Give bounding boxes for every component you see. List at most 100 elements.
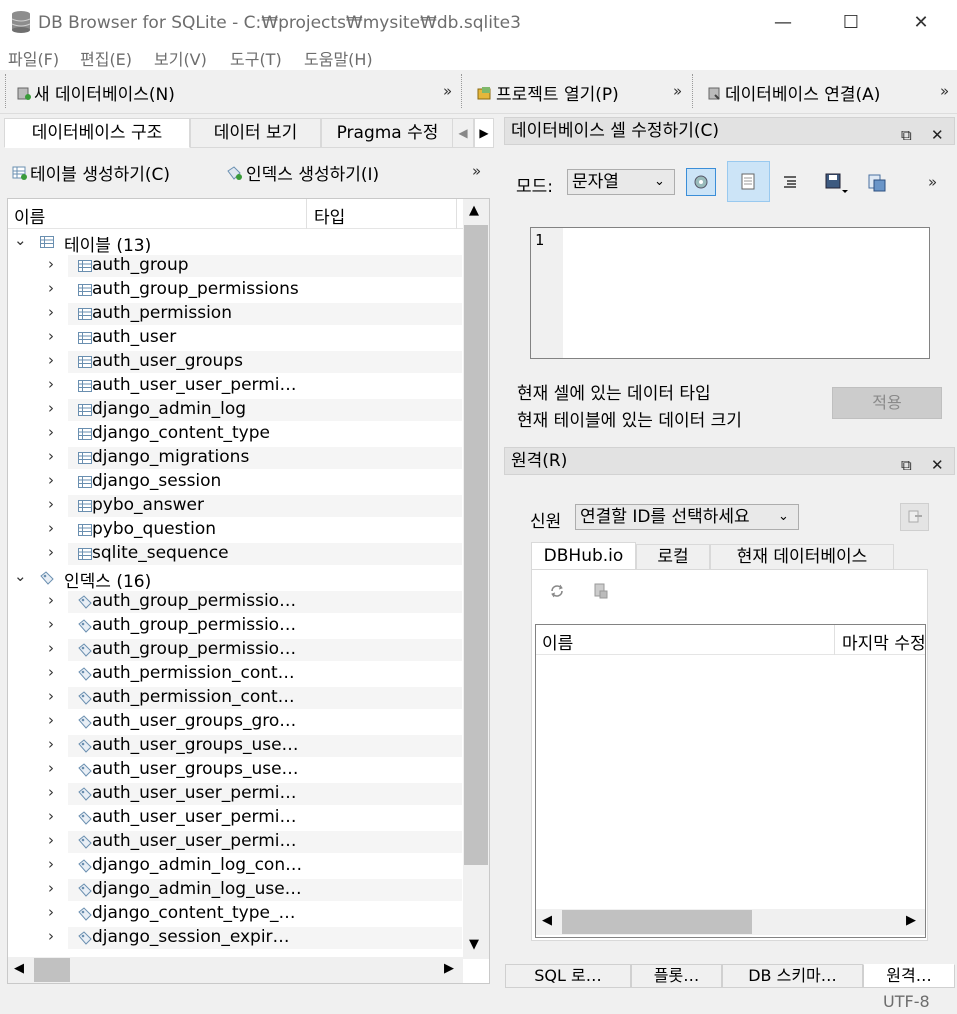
- word-wrap-button[interactable]: [727, 161, 770, 202]
- close-dock-icon[interactable]: ✕: [931, 122, 944, 148]
- tree-item[interactable]: › django_admin_log: [8, 398, 463, 422]
- tree-item[interactable]: › auth_permission: [8, 302, 463, 326]
- chevron-right-icon[interactable]: ›: [48, 327, 54, 345]
- menu-tools[interactable]: 도구(T): [230, 46, 282, 70]
- chevron-right-icon[interactable]: ›: [48, 615, 54, 633]
- toolbar-more-icon[interactable]: »: [940, 82, 949, 100]
- chevron-right-icon[interactable]: ›: [48, 591, 54, 609]
- tree-item[interactable]: › auth_user_user_permi…: [8, 374, 463, 398]
- tree-item[interactable]: › django_admin_log_con…: [8, 854, 463, 878]
- tab-database-structure[interactable]: 데이터베이스 구조: [4, 118, 190, 148]
- create-index-button[interactable]: 인덱스 생성하기(I): [226, 160, 379, 185]
- tree-item[interactable]: › django_migrations: [8, 446, 463, 470]
- tab-db-schema[interactable]: DB 스키마…: [722, 964, 863, 988]
- chevron-right-icon[interactable]: ›: [48, 711, 54, 729]
- tree-item[interactable]: › auth_user_user_permi…: [8, 782, 463, 806]
- chevron-right-icon[interactable]: ›: [48, 687, 54, 705]
- toolbar-more-icon[interactable]: »: [443, 82, 452, 100]
- tree-group-tables[interactable]: ⌄ 테이블 (13): [8, 230, 463, 256]
- tab-edit-pragmas[interactable]: Pragma 수정: [321, 118, 454, 148]
- schema-tree[interactable]: 이름 타입 ⌄ 테이블 (13) › auth_group › auth_group_pe…: [7, 198, 490, 984]
- chevron-right-icon[interactable]: ›: [48, 735, 54, 753]
- chevron-right-icon[interactable]: ›: [48, 639, 54, 657]
- tree-item[interactable]: › django_content_type_…: [8, 902, 463, 926]
- chevron-right-icon[interactable]: ›: [48, 543, 54, 561]
- remote-file-list[interactable]: 이름 마지막 수정 ◀ ▶: [535, 624, 926, 938]
- scroll-left-icon[interactable]: ◀: [14, 961, 24, 976]
- identity-action-button[interactable]: [900, 503, 929, 531]
- chevron-down-icon[interactable]: ⌄: [14, 231, 27, 249]
- minimize-button[interactable]: —: [748, 0, 818, 46]
- close-button[interactable]: ✕: [886, 0, 956, 46]
- tree-item[interactable]: › auth_user: [8, 326, 463, 350]
- chevron-right-icon[interactable]: ›: [48, 759, 54, 777]
- tree-item[interactable]: › django_content_type: [8, 422, 463, 446]
- tab-local[interactable]: 로컬: [636, 544, 710, 570]
- tree-item[interactable]: › auth_user_groups_use…: [8, 758, 463, 782]
- tree-item[interactable]: › auth_user_user_permi…: [8, 830, 463, 854]
- scrollbar-thumb[interactable]: [34, 958, 70, 982]
- new-database-button[interactable]: 새 데이터베이스(N): [16, 80, 175, 105]
- tab-current-database[interactable]: 현재 데이터베이스: [710, 544, 894, 570]
- menu-file[interactable]: 파일(F): [8, 46, 59, 70]
- chevron-down-icon[interactable]: ⌄: [14, 567, 27, 585]
- mode-select[interactable]: 문자열 ⌄: [567, 169, 675, 195]
- maximize-button[interactable]: ☐: [816, 0, 886, 46]
- tab-scroll-right[interactable]: ▶: [474, 118, 494, 148]
- float-icon[interactable]: ⧉: [901, 122, 912, 148]
- chevron-right-icon[interactable]: ›: [48, 423, 54, 441]
- tree-item[interactable]: › auth_group_permissio…: [8, 590, 463, 614]
- tab-browse-data[interactable]: 데이터 보기: [190, 118, 321, 148]
- chevron-right-icon[interactable]: ›: [48, 663, 54, 681]
- menu-help[interactable]: 도움말(H): [304, 46, 373, 70]
- refresh-icon[interactable]: [548, 582, 566, 600]
- chevron-right-icon[interactable]: ›: [48, 903, 54, 921]
- import-button[interactable]: [824, 172, 850, 196]
- tree-item[interactable]: › auth_group_permissio…: [8, 638, 463, 662]
- chevron-right-icon[interactable]: ›: [48, 447, 54, 465]
- edit-cell-more-icon[interactable]: »: [928, 173, 937, 191]
- chevron-right-icon[interactable]: ›: [48, 807, 54, 825]
- tree-item[interactable]: › auth_user_groups: [8, 350, 463, 374]
- tree-item[interactable]: › django_admin_log_use…: [8, 878, 463, 902]
- export-button[interactable]: [868, 174, 886, 192]
- apply-button[interactable]: 적용: [832, 387, 942, 419]
- tree-item[interactable]: › auth_user_groups_use…: [8, 734, 463, 758]
- toolbar-handle[interactable]: [692, 74, 694, 108]
- chevron-right-icon[interactable]: ›: [48, 495, 54, 513]
- tree-item[interactable]: › sqlite_sequence: [8, 542, 463, 566]
- chevron-right-icon[interactable]: ›: [48, 879, 54, 897]
- cell-editor[interactable]: 1: [530, 227, 930, 359]
- chevron-right-icon[interactable]: ›: [48, 399, 54, 417]
- chevron-right-icon[interactable]: ›: [48, 519, 54, 537]
- toolbar-handle[interactable]: [461, 74, 463, 108]
- menu-edit[interactable]: 편집(E): [80, 46, 132, 70]
- column-name-header[interactable]: 이름: [14, 203, 45, 228]
- scroll-right-icon[interactable]: ▶: [906, 913, 916, 928]
- chevron-right-icon[interactable]: ›: [48, 375, 54, 393]
- chevron-right-icon[interactable]: ›: [48, 855, 54, 873]
- tab-plot[interactable]: 플롯…: [631, 964, 722, 988]
- tab-scroll-left[interactable]: ◀: [452, 118, 474, 148]
- tree-item[interactable]: › auth_permission_cont…: [8, 662, 463, 686]
- close-dock-icon[interactable]: ✕: [931, 452, 944, 478]
- scroll-left-icon[interactable]: ◀: [542, 913, 552, 928]
- chevron-right-icon[interactable]: ›: [48, 927, 54, 945]
- menu-view[interactable]: 보기(V): [154, 46, 207, 70]
- chevron-right-icon[interactable]: ›: [48, 471, 54, 489]
- tree-item[interactable]: › auth_user_groups_gro…: [8, 710, 463, 734]
- remote-column-last-modified[interactable]: 마지막 수정: [842, 629, 925, 654]
- toolbar-more-icon[interactable]: »: [673, 82, 682, 100]
- remote-horizontal-scrollbar[interactable]: ◀ ▶: [536, 909, 925, 935]
- auto-switch-mode-button[interactable]: [686, 168, 716, 196]
- tree-item[interactable]: › auth_user_user_permi…: [8, 806, 463, 830]
- tab-dbhub[interactable]: DBHub.io: [531, 542, 636, 570]
- tree-item[interactable]: › django_session: [8, 470, 463, 494]
- scroll-right-icon[interactable]: ▶: [444, 961, 454, 976]
- remote-column-name[interactable]: 이름: [542, 629, 573, 654]
- chevron-right-icon[interactable]: ›: [48, 783, 54, 801]
- attach-database-button[interactable]: 데이터베이스 연결(A): [707, 80, 880, 105]
- tree-vertical-scrollbar[interactable]: ▲ ▼: [463, 199, 489, 959]
- chevron-right-icon[interactable]: ›: [48, 831, 54, 849]
- tree-item[interactable]: › auth_group_permissio…: [8, 614, 463, 638]
